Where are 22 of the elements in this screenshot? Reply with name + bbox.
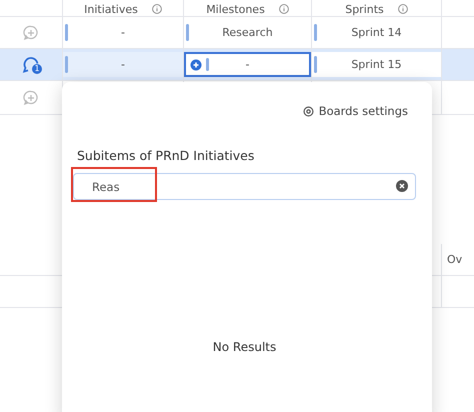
- popup-title: Subitems of PRnD Initiatives: [77, 148, 256, 163]
- settings-icon: [302, 106, 314, 116]
- table-cell: -: [121, 26, 125, 39]
- search-field[interactable]: Reas: [73, 173, 416, 200]
- add-icon[interactable]: [190, 58, 202, 70]
- info-icon[interactable]: [152, 4, 162, 14]
- column-header: Milestones: [206, 4, 265, 16]
- boards-settings-link[interactable]: Boards settings: [302, 104, 408, 118]
- table-cell: Sprint 15: [351, 58, 402, 71]
- empty-message: No Results: [212, 340, 276, 354]
- column-header: Sprints: [345, 4, 384, 16]
- table-cell: Ov: [447, 253, 462, 266]
- table-cell: -: [246, 58, 250, 71]
- add-update-icon[interactable]: [23, 90, 39, 106]
- clear-icon[interactable]: [396, 180, 408, 192]
- table-cell: Research: [222, 26, 273, 39]
- add-update-icon[interactable]: [23, 24, 39, 40]
- column-header: Initiatives: [84, 4, 138, 16]
- table-cell: Sprint 14: [351, 26, 402, 39]
- info-icon[interactable]: [278, 4, 289, 14]
- info-icon[interactable]: [398, 4, 408, 14]
- table-cell: -: [121, 58, 125, 71]
